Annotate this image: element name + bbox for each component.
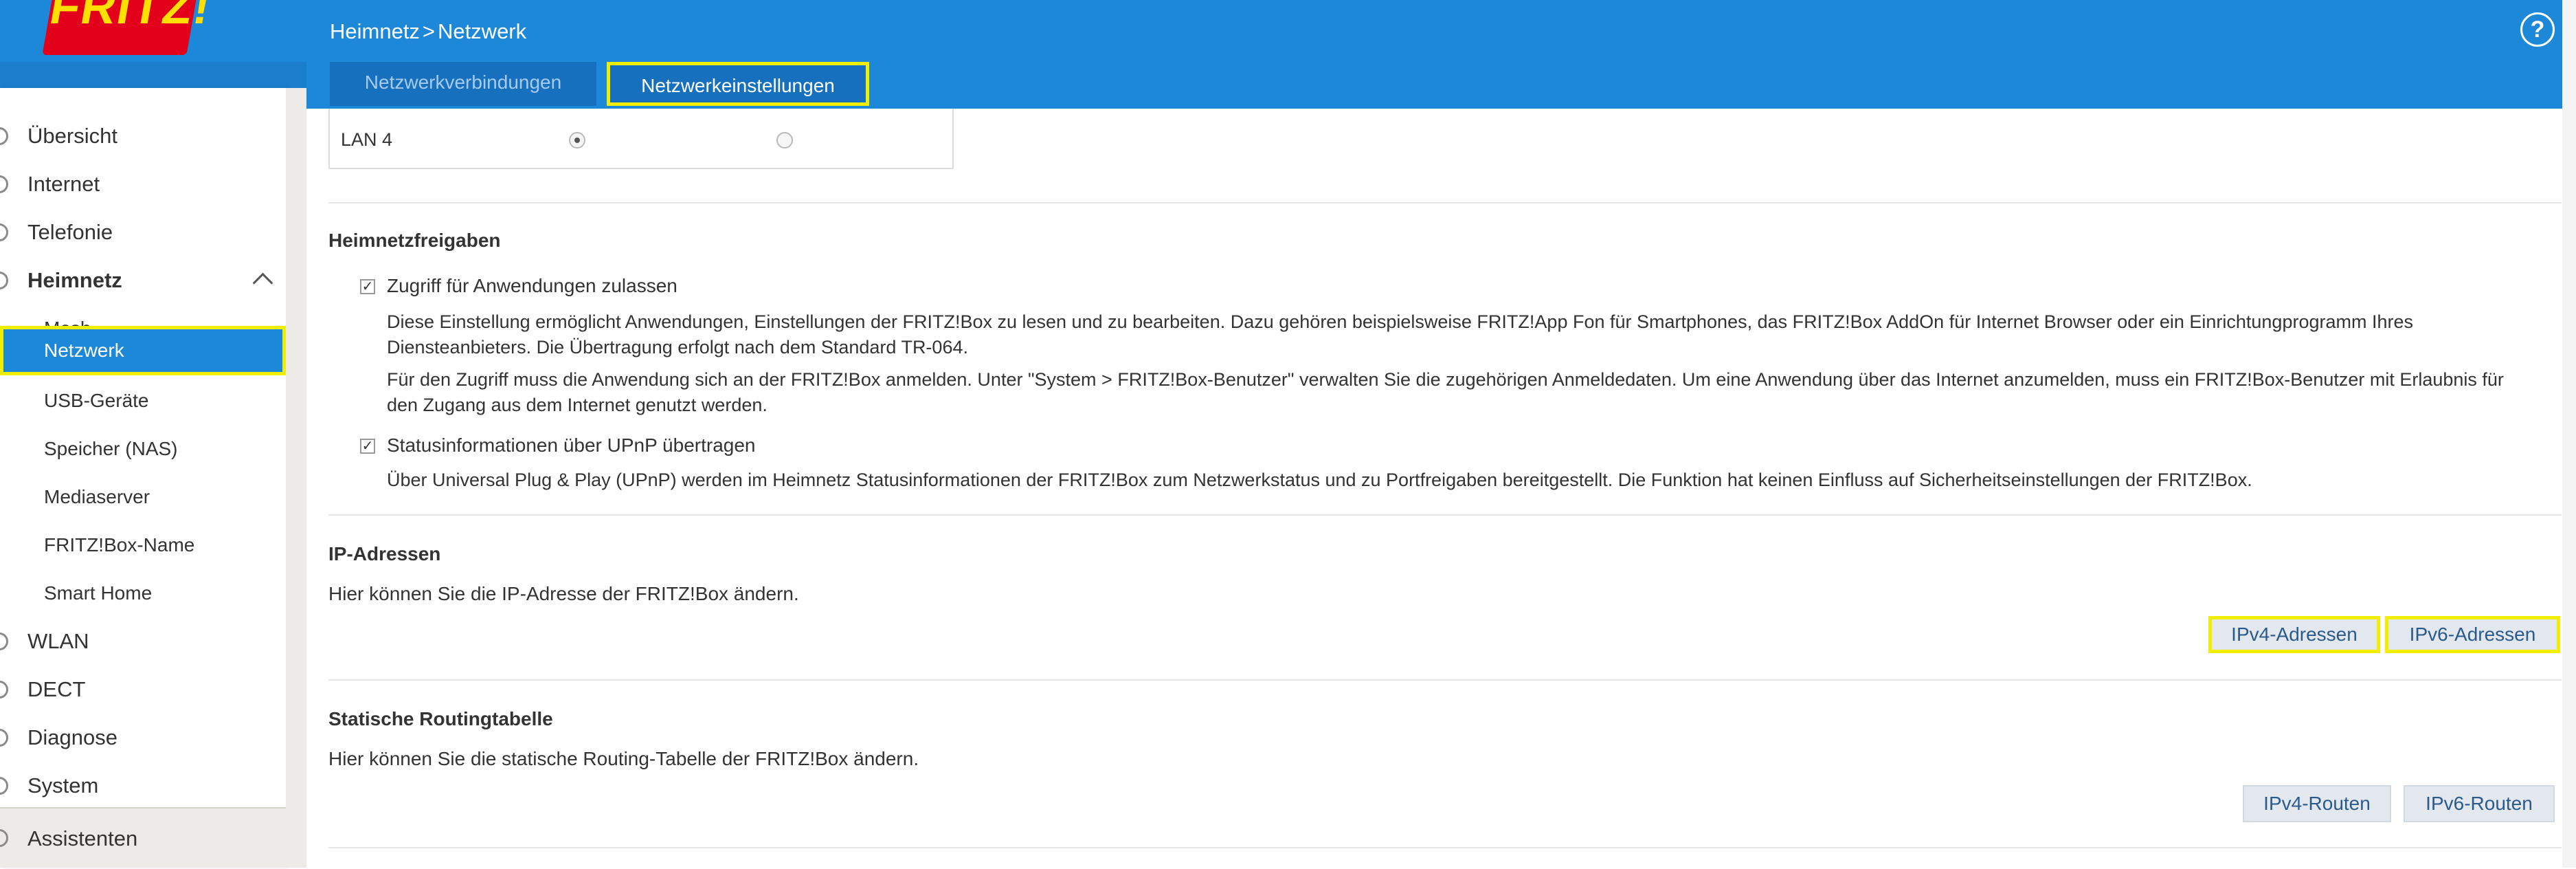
sidebar-item-wlan[interactable]: WLAN xyxy=(0,617,286,666)
checkbox-zugriff-anwendungen[interactable]: ✓ xyxy=(360,279,375,294)
checkbox-label-zugriff-anwendungen: Zugriff für Anwendungen zulassen xyxy=(387,275,677,296)
wifi-icon xyxy=(0,632,8,650)
diagnose-icon xyxy=(0,729,8,747)
sidebar-item-heimnetz[interactable]: Heimnetz xyxy=(0,256,286,305)
sidebar-item-label: WLAN xyxy=(27,629,89,653)
section-divider xyxy=(328,202,2562,204)
sidebar-item-label: Speicher (NAS) xyxy=(44,438,178,459)
breadcrumb-separator: > xyxy=(422,19,435,43)
sidebar-item-label: FRITZ!Box-Name xyxy=(44,534,195,556)
sidebar-item-label: Assistenten xyxy=(27,826,138,850)
section-title-routingtabelle: Statische Routingtabelle xyxy=(328,708,553,729)
section-divider xyxy=(328,514,2562,516)
breadcrumb-current: Netzwerk xyxy=(437,19,527,43)
sidebar-item-label: Diagnose xyxy=(27,725,117,749)
gear-icon xyxy=(0,777,8,795)
sidebar-item-assistenten[interactable]: Assistenten xyxy=(0,807,286,868)
ipv4-adressen-button[interactable]: IPv4-Adressen xyxy=(2208,616,2380,653)
sidebar-item-label: Übersicht xyxy=(27,124,117,148)
chevron-up-icon xyxy=(252,272,273,294)
sidebar-item-netzwerk[interactable]: Netzwerk xyxy=(0,326,286,375)
sidebar-item-uebersicht[interactable]: Übersicht xyxy=(0,112,286,160)
sidebar: Übersicht Internet Telefonie Heimnetz Me… xyxy=(0,88,286,868)
sidebar-item-usb-geraete[interactable]: USB-Geräte xyxy=(0,377,286,425)
sidebar-item-dect[interactable]: DECT xyxy=(0,666,286,714)
sidebar-item-label: Telefonie xyxy=(27,220,113,244)
tab-netzwerkeinstellungen[interactable]: Netzwerkeinstellungen xyxy=(607,62,869,106)
description-zugriff-1: Diese Einstellung ermöglicht Anwendungen… xyxy=(387,311,2413,358)
ip-adressen-description: Hier können Sie die IP-Adresse der FRITZ… xyxy=(328,583,799,604)
description-zugriff-2: Für den Zugriff muss die Anwendung sich … xyxy=(387,369,2504,415)
ipv6-routen-button[interactable]: IPv6-Routen xyxy=(2404,785,2555,822)
section-title-ip-adressen: IP-Adressen xyxy=(328,543,441,564)
section-divider xyxy=(328,679,2562,681)
routing-description: Hier können Sie die statische Routing-Ta… xyxy=(328,748,919,769)
ipv6-adressen-button[interactable]: IPv6-Adressen xyxy=(2385,616,2560,653)
sidebar-item-internet[interactable]: Internet xyxy=(0,160,286,208)
checkbox-label-upnp-status: Statusinformationen über UPnP übertragen xyxy=(387,434,756,456)
sidebar-item-fritzbox-name[interactable]: FRITZ!Box-Name xyxy=(0,521,286,569)
checkbox-upnp-status[interactable]: ✓ xyxy=(360,439,375,454)
sidebar-item-telefonie[interactable]: Telefonie xyxy=(0,208,286,256)
section-title-heimnetzfreigaben: Heimnetzfreigaben xyxy=(328,230,501,251)
sidebar-item-mediaserver[interactable]: Mediaserver xyxy=(0,473,286,521)
logo-area: FRITZ! xyxy=(0,0,306,62)
sidebar-item-label: Mediaserver xyxy=(44,486,150,507)
fritz-logo[interactable]: FRITZ! xyxy=(42,0,216,55)
sidebar-item-diagnose[interactable]: Diagnose xyxy=(0,714,286,762)
lan-port-table: LAN 4 xyxy=(328,109,954,169)
sidebar-item-label: DECT xyxy=(27,677,86,701)
network-icon xyxy=(0,272,8,289)
lan-port-label: LAN 4 xyxy=(341,129,393,150)
section-divider xyxy=(328,847,2562,848)
lan-port-radio-option-2[interactable] xyxy=(776,132,793,148)
breadcrumb-parent[interactable]: Heimnetz xyxy=(330,19,420,43)
sidebar-item-label: USB-Geräte xyxy=(44,390,149,411)
phone-icon xyxy=(0,223,8,241)
sidebar-item-label: Smart Home xyxy=(44,582,153,604)
wizard-icon xyxy=(0,829,8,847)
ipv4-routen-button[interactable]: IPv4-Routen xyxy=(2243,785,2391,822)
sidebar-item-smart-home[interactable]: Smart Home xyxy=(0,569,286,617)
sidebar-item-label: Internet xyxy=(27,172,100,196)
sidebar-rail xyxy=(286,88,306,868)
tab-netzwerkverbindungen[interactable]: Netzwerkverbindungen xyxy=(330,62,596,106)
sidebar-item-speicher[interactable]: Speicher (NAS) xyxy=(0,425,286,473)
help-icon[interactable]: ? xyxy=(2520,12,2555,47)
sidebar-item-system[interactable]: System xyxy=(0,762,286,810)
lan-port-radio-option-1[interactable] xyxy=(569,132,585,148)
main-content: LAN 4 Heimnetzfreigaben ✓ Zugriff für An… xyxy=(306,109,2576,868)
home-icon xyxy=(0,127,8,145)
sidebar-item-label: Heimnetz xyxy=(27,268,122,292)
globe-icon xyxy=(0,175,8,193)
description-upnp: Über Universal Plug & Play (UPnP) werden… xyxy=(387,470,2252,490)
dect-icon xyxy=(0,681,8,698)
scrollbar-track[interactable] xyxy=(2562,0,2576,868)
sidebar-item-label: Netzwerk xyxy=(44,340,124,361)
sidebar-item-label: System xyxy=(27,773,99,798)
breadcrumb: Heimnetz > Netzwerk xyxy=(330,18,526,45)
